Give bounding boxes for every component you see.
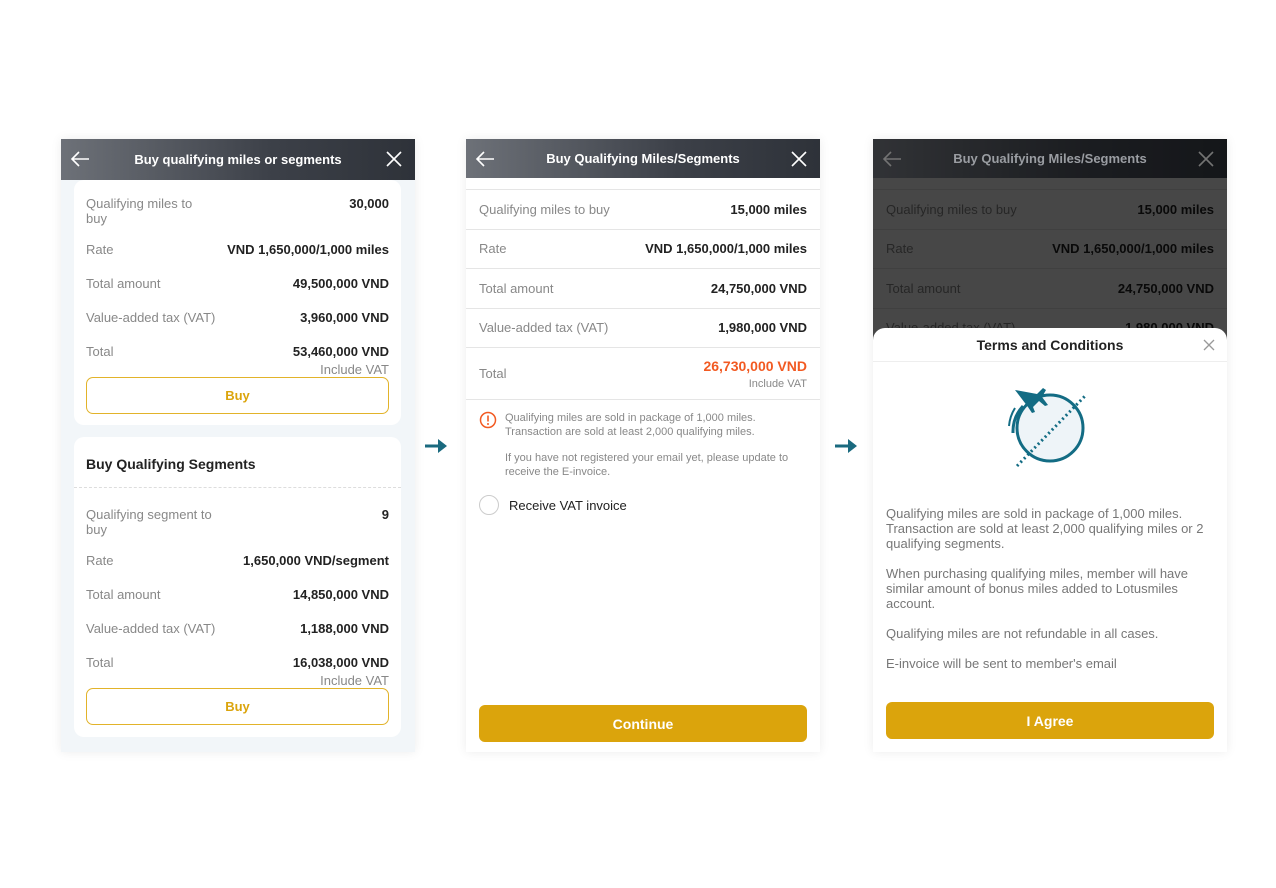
row-value: 1,980,000 VND bbox=[718, 320, 807, 336]
buy-miles-button[interactable]: Buy bbox=[86, 377, 389, 414]
notice: Qualifying miles are sold in package of … bbox=[466, 400, 820, 479]
summary-list: Qualifying miles to buy 15,000 miles Rate V… bbox=[466, 189, 820, 400]
header: Buy qualifying miles or segments bbox=[61, 139, 415, 180]
terms-paragraph: Qualifying miles are not refundable in a… bbox=[886, 626, 1159, 641]
row-label: Total amount bbox=[479, 280, 554, 296]
page-title: Buy Qualifying Miles/Segments bbox=[546, 151, 740, 166]
row-label: Value-added tax (VAT) bbox=[86, 621, 216, 636]
row-label: Rate bbox=[479, 241, 507, 257]
back-arrow-icon[interactable] bbox=[474, 148, 496, 170]
agree-button[interactable]: I Agree bbox=[886, 702, 1214, 739]
page-title: Buy qualifying miles or segments bbox=[134, 152, 342, 167]
summary-row: Total amount 49,500,000 VND bbox=[74, 276, 401, 294]
continue-button[interactable]: Continue bbox=[479, 705, 807, 742]
segments-card: Buy Qualifying Segments Qualifying segme… bbox=[74, 437, 401, 737]
modal-header: Terms and Conditions bbox=[873, 328, 1227, 362]
row-label: Qualifying miles to buy bbox=[86, 196, 193, 226]
row-subtext: Include VAT bbox=[320, 673, 389, 688]
summary-row: Rate 1,650,000 VND/segment bbox=[74, 553, 401, 571]
summary-row: Value-added tax (VAT) 3,960,000 VND bbox=[74, 310, 401, 328]
row-label: Value-added tax (VAT) bbox=[479, 320, 609, 336]
warning-icon bbox=[479, 411, 497, 429]
summary-row: Total amount 14,850,000 VND bbox=[74, 587, 401, 605]
close-icon[interactable] bbox=[1203, 339, 1215, 351]
notice-package: Qualifying miles are sold in package of … bbox=[505, 412, 756, 438]
flow-arrow-icon bbox=[425, 439, 447, 453]
row-value: 53,460,000 VND Include VAT bbox=[292, 344, 389, 377]
summary-row: Total 53,460,000 VND Include VAT bbox=[74, 344, 401, 377]
close-icon[interactable] bbox=[790, 150, 808, 168]
summary-row: Value-added tax (VAT) 1,980,000 VND bbox=[466, 309, 820, 348]
vat-invoice-label: Receive VAT invoice bbox=[509, 497, 627, 513]
row-label: Total bbox=[479, 366, 507, 381]
modal-title: Terms and Conditions bbox=[976, 336, 1124, 353]
notice-email: If you have not registered your email ye… bbox=[505, 452, 789, 478]
terms-modal: Terms and Conditions Qualifying miles ar… bbox=[873, 328, 1227, 752]
terms-paragraph: When purchasing qualifying miles, member… bbox=[886, 566, 1189, 611]
row-label: Qualifying segment to buy bbox=[86, 507, 212, 537]
row-value: 1,188,000 VND bbox=[300, 621, 389, 636]
row-value: 24,750,000 VND bbox=[710, 280, 807, 296]
row-value: 15,000 miles bbox=[730, 201, 807, 217]
row-label: Rate bbox=[86, 553, 114, 568]
page-title: Buy Qualifying Miles/Segments bbox=[953, 151, 1147, 166]
row-value: VND 1,650,000/1,000 miles bbox=[227, 242, 389, 257]
row-label: Qualifying miles to buy bbox=[479, 201, 610, 217]
summary-row: Total 26,730,000 VND Include VAT bbox=[466, 348, 820, 400]
row-value: 49,500,000 VND bbox=[292, 276, 389, 291]
row-label: Total amount bbox=[86, 276, 161, 291]
summary-row: Total 16,038,000 VND Include VAT bbox=[74, 655, 401, 688]
row-label: Total bbox=[86, 655, 114, 670]
header-title-wrap: Buy Qualifying Miles/Segments bbox=[873, 139, 1227, 178]
row-label: Total bbox=[86, 344, 114, 359]
row-value: 1,650,000 VND/segment bbox=[243, 553, 389, 568]
screen-buy-options: Buy qualifying miles or segments Qualify… bbox=[61, 139, 415, 752]
flow-arrow-icon bbox=[835, 439, 857, 453]
summary-row: Rate VND 1,650,000/1,000 miles bbox=[74, 242, 401, 260]
buy-segments-button[interactable]: Buy bbox=[86, 688, 389, 725]
vat-invoice-option[interactable]: Receive VAT invoice bbox=[466, 479, 820, 515]
summary-row: Qualifying miles to buy 15,000 miles bbox=[466, 190, 820, 230]
row-label: Total amount bbox=[86, 587, 161, 602]
back-arrow-icon[interactable] bbox=[69, 148, 91, 170]
terms-text: Qualifying miles are sold in package of … bbox=[886, 506, 1214, 686]
summary-row: Value-added tax (VAT) 1,188,000 VND bbox=[74, 621, 401, 639]
summary-row: Qualifying miles to buy 30,000 bbox=[74, 196, 401, 226]
row-value: 14,850,000 VND bbox=[292, 587, 389, 602]
segments-heading: Buy Qualifying Segments bbox=[74, 437, 401, 488]
row-value: 30,000 bbox=[349, 196, 389, 211]
summary-row: Rate VND 1,650,000/1,000 miles bbox=[466, 230, 820, 269]
screen-confirm: Buy Qualifying Miles/Segments Qualifying… bbox=[466, 139, 820, 752]
header: Buy Qualifying Miles/Segments bbox=[466, 139, 820, 178]
row-label: Rate bbox=[86, 242, 114, 257]
terms-paragraph: E-invoice will be sent to member's email bbox=[886, 656, 1117, 671]
row-subtext: Include VAT bbox=[320, 362, 389, 377]
vat-invoice-radio[interactable] bbox=[479, 495, 499, 515]
row-value: VND 1,650,000/1,000 miles bbox=[645, 241, 807, 257]
plane-globe-icon bbox=[1008, 388, 1087, 468]
row-label: Value-added tax (VAT) bbox=[86, 310, 216, 325]
row-value: 3,960,000 VND bbox=[300, 310, 389, 325]
summary-row: Qualifying segment to buy 9 bbox=[74, 507, 401, 537]
miles-card: Qualifying miles to buy 30,000 Rate VND 1,6… bbox=[74, 180, 401, 425]
summary-row: Total amount 24,750,000 VND bbox=[466, 269, 820, 309]
row-value: 9 bbox=[381, 507, 389, 522]
row-subtext: Include VAT bbox=[748, 377, 807, 390]
terms-paragraph: Qualifying miles are sold in package of … bbox=[886, 506, 1204, 551]
row-value: 26,730,000 VND Include VAT bbox=[703, 357, 807, 390]
close-icon[interactable] bbox=[385, 150, 403, 168]
row-value: 16,038,000 VND Include VAT bbox=[292, 655, 389, 688]
screen-terms: Qualifying miles to buy15,000 milesRateV… bbox=[873, 139, 1227, 752]
